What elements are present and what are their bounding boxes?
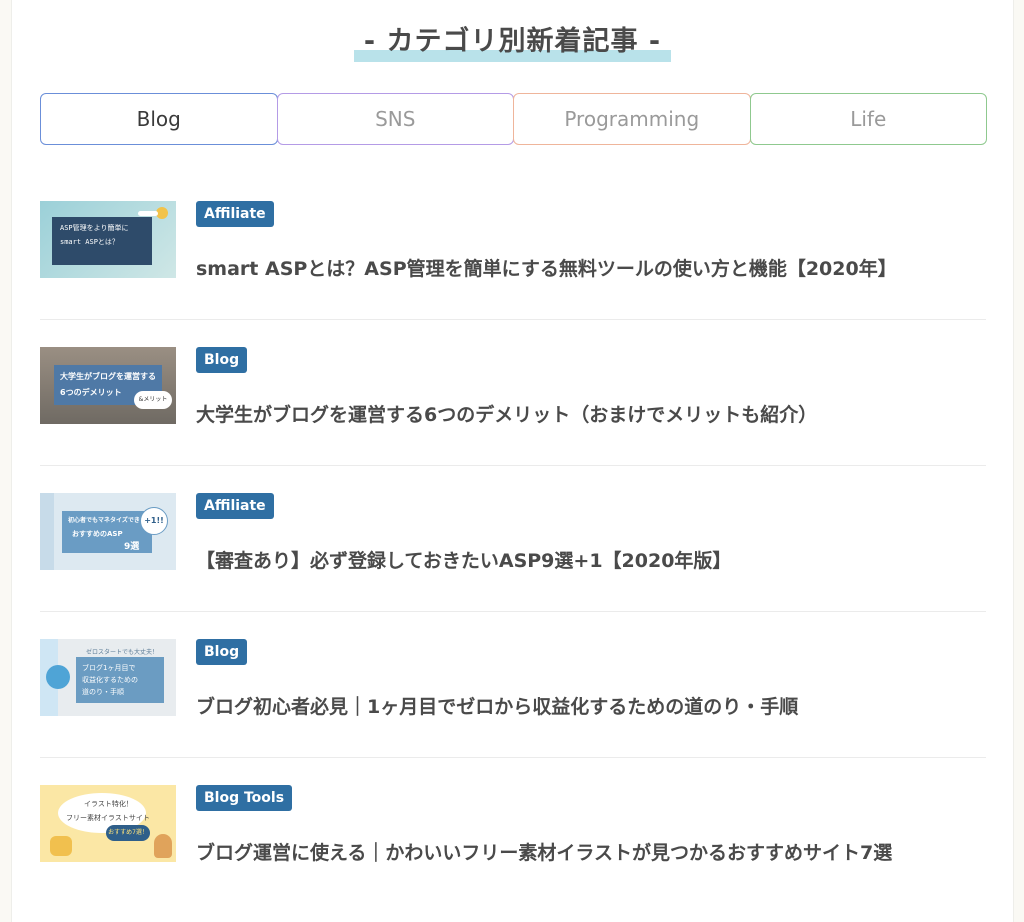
thumbnail-text: ブログ1ヶ月目で: [82, 664, 136, 672]
article-thumbnail[interactable]: 初心者でもマネタイズできる おすすめのASP 9選 +1!!: [40, 493, 176, 570]
article-thumbnail[interactable]: 大学生がブログを運営する 6つのデメリット &メリット: [40, 347, 176, 424]
thumbnail-badge: +1!!: [140, 507, 168, 535]
tab-programming[interactable]: Programming: [513, 93, 751, 145]
thumbnail-text: smart ASPとは？: [60, 238, 119, 246]
thumbnail-text: 大学生がブログを運営する: [60, 372, 156, 381]
category-badge[interactable]: Affiliate: [196, 201, 274, 227]
tab-blog[interactable]: Blog: [40, 93, 278, 145]
article-title[interactable]: ブログ運営に使える｜かわいいフリー素材イラストが見つかるおすすめサイト7選: [196, 838, 986, 865]
category-badge[interactable]: Blog Tools: [196, 785, 293, 811]
article-title[interactable]: 大学生がブログを運営する6つのデメリット（おまけでメリットも紹介）: [196, 400, 986, 427]
thumbnail-text: 道のり・手順: [82, 688, 124, 696]
list-item[interactable]: 大学生がブログを運営する 6つのデメリット &メリット Blog 大学生がブログ…: [40, 320, 986, 466]
article-title[interactable]: smart ASPとは？ASP管理を簡単にする無料ツールの使い方と機能【2020…: [196, 254, 986, 281]
category-tabs: Blog SNS Programming Life: [40, 93, 987, 147]
thumbnail-stripe: [40, 493, 54, 570]
article-thumbnail[interactable]: ASP管理をより簡単に smart ASPとは？: [40, 201, 176, 278]
article-title[interactable]: ブログ初心者必見｜1ヶ月目でゼロから収益化するための道のり・手順: [196, 692, 986, 719]
article-thumbnail[interactable]: イラスト特化！ フリー素材イラストサイト おすすめ7選！: [40, 785, 176, 862]
thumbnail-text: 初心者でもマネタイズできる: [68, 517, 146, 524]
thumbnail-text: フリー素材イラストサイト: [66, 814, 150, 822]
section-heading-wrap: - カテゴリ別新着記事 -: [12, 22, 1013, 62]
cloud-icon: [138, 211, 158, 216]
thumbnail-text: 6つのデメリット: [60, 388, 122, 397]
thumbnail-text: おすすめのASP: [72, 530, 123, 538]
thumbnail-tag: おすすめ7選！: [106, 825, 150, 841]
character-illustration: [154, 834, 172, 858]
thumbnail-text: ASP管理をより簡単に: [60, 224, 129, 232]
section-heading: - カテゴリ別新着記事 -: [353, 22, 672, 62]
thumbnail-bubble: &メリット: [134, 391, 172, 409]
list-item[interactable]: ASP管理をより簡単に smart ASPとは？ Affiliate smart…: [40, 174, 986, 320]
thumbnail-text: 9選: [124, 542, 140, 552]
thumbnail-text: 収益化するための: [82, 676, 138, 684]
tab-sns[interactable]: SNS: [276, 93, 514, 145]
category-badge[interactable]: Blog: [196, 639, 248, 665]
category-badge[interactable]: Blog: [196, 347, 248, 373]
list-item[interactable]: 初心者でもマネタイズできる おすすめのASP 9選 +1!! Affiliate…: [40, 466, 986, 612]
article-thumbnail[interactable]: ゼロスタートでも大丈夫！ ブログ1ヶ月目で 収益化するための 道のり・手順: [40, 639, 176, 716]
category-badge[interactable]: Affiliate: [196, 493, 274, 519]
article-title[interactable]: 【審査あり】必ず登録しておきたいASP9選+1【2020年版】: [196, 546, 986, 573]
tab-life[interactable]: Life: [749, 93, 987, 145]
character-illustration: [50, 836, 72, 856]
thumbnail-text: イラスト特化！: [84, 800, 133, 808]
thumbnail-text: ゼロスタートでも大丈夫！: [86, 649, 159, 656]
category-new-articles-section: - カテゴリ別新着記事 - Blog SNS Programming Life …: [11, 0, 1014, 922]
list-item[interactable]: ゼロスタートでも大丈夫！ ブログ1ヶ月目で 収益化するための 道のり・手順 Bl…: [40, 612, 986, 758]
monitor-icon: [46, 665, 70, 689]
article-list: ASP管理をより簡単に smart ASPとは？ Affiliate smart…: [40, 174, 986, 904]
section-heading-text: - カテゴリ別新着記事 -: [363, 26, 662, 57]
list-item[interactable]: イラスト特化！ フリー素材イラストサイト おすすめ7選！ Blog Tools …: [40, 758, 986, 904]
